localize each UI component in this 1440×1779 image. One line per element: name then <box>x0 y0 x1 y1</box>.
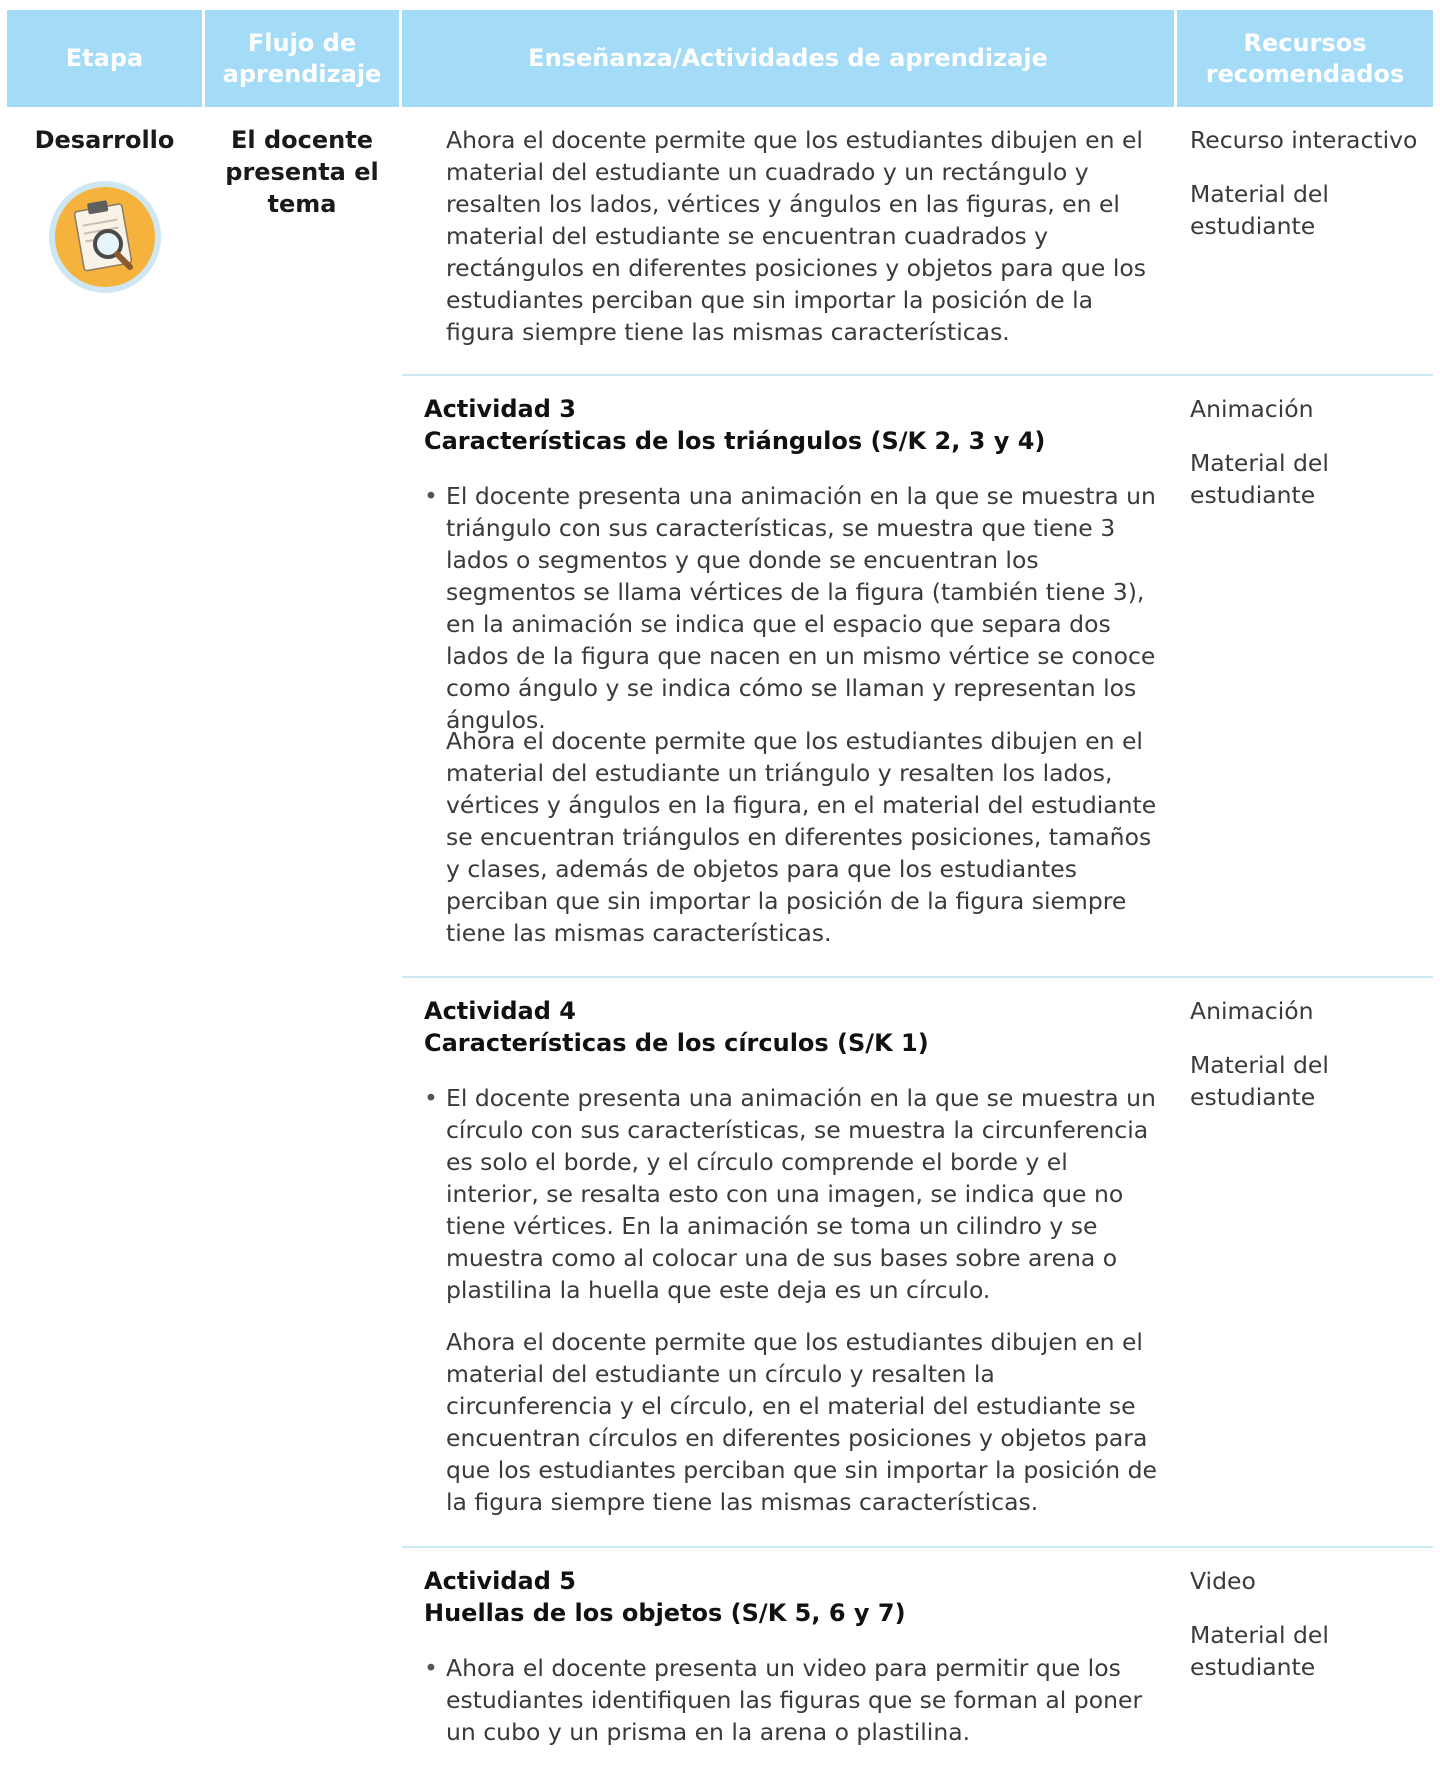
resource-item: Animación <box>1190 997 1314 1025</box>
intro-paragraph: Ahora el docente permite que los estudia… <box>446 126 1147 346</box>
header-ensenanza: Enseñanza/Actividades de aprendizaje <box>402 10 1174 107</box>
resource-item: Material del estudiante <box>1190 449 1329 509</box>
activity-4-bullet: • El docente presenta una animación en l… <box>424 1082 1166 1306</box>
resource-item: Material del estudiante <box>1190 1621 1329 1681</box>
activity-3-number: Actividad 3 <box>424 395 576 423</box>
resource-item: Recurso interactivo <box>1190 126 1418 154</box>
activity-3-bullet: • El docente presenta una animación en l… <box>424 480 1166 736</box>
resource-item: Animación <box>1190 395 1314 423</box>
bullet-icon: • <box>424 1084 438 1112</box>
activity-4-number: Actividad 4 <box>424 997 576 1025</box>
activity-3-paragraph: Ahora el docente permite que los estudia… <box>446 727 1157 947</box>
bullet-icon: • <box>424 1654 438 1682</box>
bullet-text: El docente presenta una animación en la … <box>446 1084 1156 1304</box>
header-etapa: Etapa <box>7 10 202 107</box>
bullet-text: Ahora el docente presenta un video para … <box>446 1654 1143 1746</box>
stage-label: Desarrollo <box>34 126 175 154</box>
header-recursos: Recursos recomendados <box>1177 10 1433 107</box>
resource-item: Video <box>1190 1567 1256 1595</box>
section-divider <box>402 1546 1433 1548</box>
section-divider <box>402 976 1433 978</box>
flow-label: El docente presenta el tema <box>225 126 379 218</box>
activity-5-bullet: • Ahora el docente presenta un video par… <box>424 1652 1166 1748</box>
bullet-text: El docente presenta una animación en la … <box>446 482 1156 734</box>
resource-item: Material del estudiante <box>1190 1051 1329 1111</box>
resource-item: Material del estudiante <box>1190 180 1329 240</box>
bullet-icon: • <box>424 482 438 510</box>
activity-4-title: Características de los círculos (S/K 1) <box>424 1029 929 1057</box>
activity-4-paragraph: Ahora el docente permite que los estudia… <box>446 1328 1157 1516</box>
activity-3-title: Características de los triángulos (S/K 2… <box>424 427 1046 455</box>
section-divider <box>402 374 1433 376</box>
clipboard-magnifier-icon <box>48 180 162 294</box>
header-flujo: Flujo de aprendizaje <box>205 10 399 107</box>
activity-5-number: Actividad 5 <box>424 1567 576 1595</box>
activity-5-title: Huellas de los objetos (S/K 5, 6 y 7) <box>424 1599 906 1627</box>
lesson-plan-page: Etapa Flujo de aprendizaje Enseñanza/Act… <box>0 0 1440 1779</box>
